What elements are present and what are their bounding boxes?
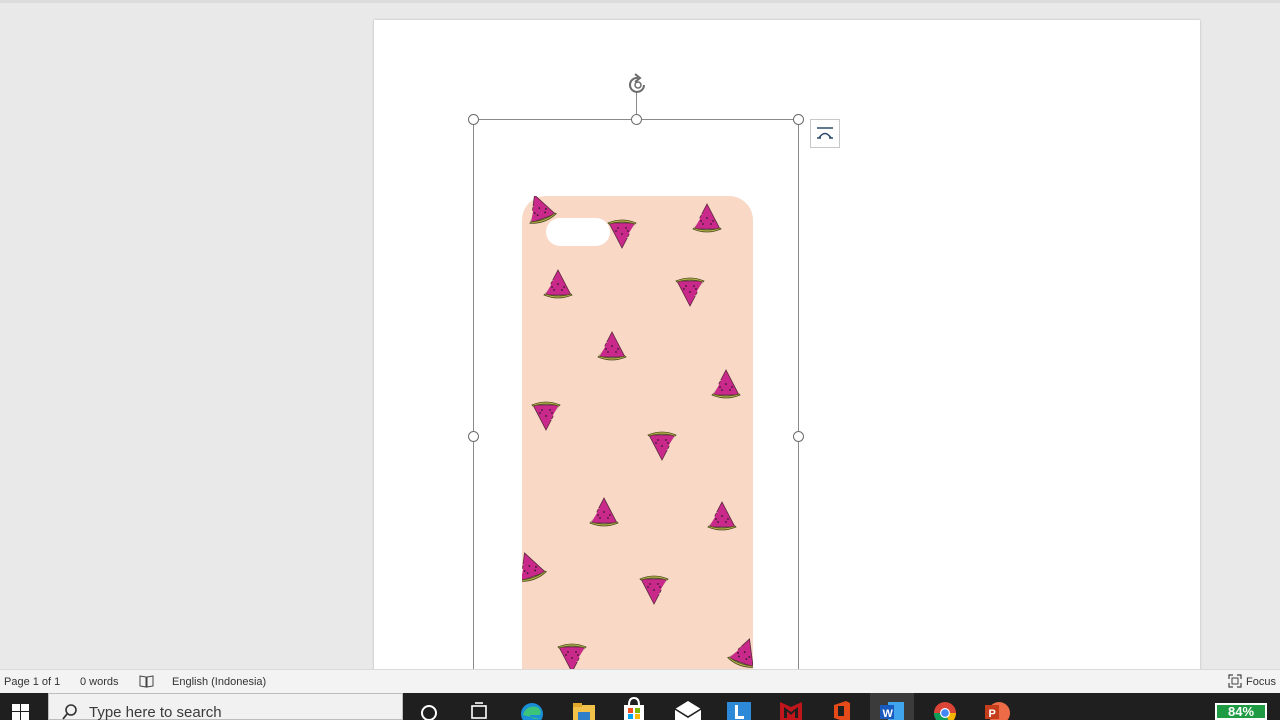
word-count[interactable]: 0 words [80,676,119,688]
resize-handle-top-right[interactable] [793,114,804,125]
picture-selection-box[interactable] [473,119,799,669]
layout-options-icon [817,127,833,139]
store-icon[interactable] [612,693,656,720]
layout-options-button[interactable] [810,119,840,148]
resize-handle-left[interactable] [468,431,479,442]
file-explorer-icon[interactable] [562,693,606,720]
focus-button[interactable]: Focus [1246,676,1276,688]
document-canvas [0,0,1280,669]
resize-handle-top-left[interactable] [468,114,479,125]
edge-icon[interactable] [510,693,554,720]
office-icon[interactable] [820,693,864,720]
cortana-circle-icon[interactable] [407,693,451,720]
page-count[interactable]: Page 1 of 1 [4,676,60,688]
resize-handle-top[interactable] [631,114,642,125]
resize-handle-right[interactable] [793,431,804,442]
mail-icon[interactable] [666,693,710,720]
search-icon [62,704,77,720]
task-view-icon[interactable] [457,693,501,720]
language-status[interactable]: English (Indonesia) [172,676,266,688]
taskbar-search-box[interactable]: Type here to search [48,693,403,720]
svg-text:P: P [989,708,996,720]
word-icon[interactable]: W [870,693,914,720]
svg-text:W: W [883,708,894,720]
chrome-icon[interactable] [923,693,967,720]
proofing-icon[interactable] [139,674,154,691]
focus-icon[interactable] [1228,674,1242,691]
l-app-icon[interactable] [717,693,761,720]
battery-indicator[interactable]: 84% [1215,703,1267,720]
windows-taskbar: Type here to search W P 84% [0,693,1280,720]
status-bar: Page 1 of 1 0 words English (Indonesia) … [0,669,1280,693]
powerpoint-icon[interactable]: P [975,693,1019,720]
search-placeholder: Type here to search [89,704,222,720]
rotate-handle-icon[interactable] [624,72,652,98]
start-button[interactable] [0,693,47,720]
ribbon-edge [0,0,1280,3]
mcafee-icon[interactable] [769,693,813,720]
windows-logo-icon [12,704,29,720]
